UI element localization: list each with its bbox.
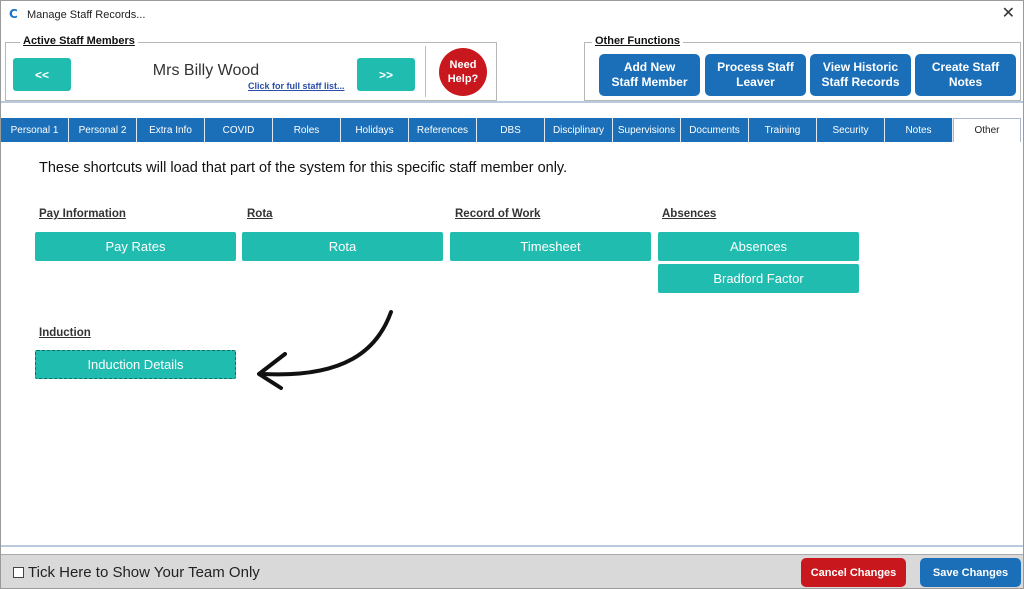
tab-training[interactable]: Training — [749, 118, 817, 142]
active-staff-group: Active Staff Members << Mrs Billy Wood C… — [5, 35, 497, 101]
save-changes-button[interactable]: Save Changes — [920, 558, 1021, 587]
absences-label: Absences — [662, 208, 717, 220]
divider — [425, 46, 426, 97]
tab-disciplinary[interactable]: Disciplinary — [545, 118, 613, 142]
team-only-toggle[interactable]: Tick Here to Show Your Team Only — [13, 564, 260, 581]
tab-dbs[interactable]: DBS — [477, 118, 545, 142]
induction-details-button[interactable]: Induction Details — [35, 350, 236, 379]
team-only-label: Tick Here to Show Your Team Only — [28, 564, 260, 581]
curved-arrow-icon — [257, 310, 393, 390]
tab-personal-1[interactable]: Personal 1 — [1, 118, 69, 142]
bradford-factor-button[interactable]: Bradford Factor — [658, 264, 859, 293]
rota-button[interactable]: Rota — [242, 232, 443, 261]
tab-security[interactable]: Security — [817, 118, 885, 142]
tab-extra-info[interactable]: Extra Info — [137, 118, 205, 142]
close-icon[interactable]: ✕ — [1002, 5, 1015, 21]
other-functions-group: Other Functions Add New Staff Member Pro… — [584, 35, 1021, 101]
title-bar: C Manage Staff Records... ✕ — [1, 1, 1023, 29]
tab-personal-2[interactable]: Personal 2 — [69, 118, 137, 142]
footer-bar: Tick Here to Show Your Team Only Cancel … — [1, 554, 1023, 588]
active-staff-label: Active Staff Members — [20, 35, 138, 47]
add-new-staff-member-button[interactable]: Add New Staff Member — [599, 54, 700, 96]
tab-roles[interactable]: Roles — [273, 118, 341, 142]
manage-staff-window: C Manage Staff Records... ✕ Active Staff… — [0, 0, 1024, 589]
tab-documents[interactable]: Documents — [681, 118, 749, 142]
view-historic-staff-records-button[interactable]: View Historic Staff Records — [810, 54, 911, 96]
team-only-checkbox[interactable] — [13, 567, 24, 578]
content-panel — [1, 142, 1023, 547]
intro-text: These shortcuts will load that part of t… — [39, 160, 568, 176]
induction-label: Induction — [39, 327, 91, 339]
header-divider — [1, 101, 1023, 103]
create-staff-notes-button[interactable]: Create Staff Notes — [915, 54, 1016, 96]
need-help-button[interactable]: Need Help? — [439, 48, 487, 96]
timesheet-button[interactable]: Timesheet — [450, 232, 651, 261]
absences-button[interactable]: Absences — [658, 232, 859, 261]
full-staff-list-link[interactable]: Click for full staff list... — [248, 81, 345, 91]
tab-supervisions[interactable]: Supervisions — [613, 118, 681, 142]
pay-rates-button[interactable]: Pay Rates — [35, 232, 236, 261]
record-of-work-label: Record of Work — [455, 208, 541, 220]
tab-other[interactable]: Other — [953, 118, 1021, 142]
tab-references[interactable]: References — [409, 118, 477, 142]
window-title: Manage Staff Records... — [27, 9, 146, 21]
cancel-changes-button[interactable]: Cancel Changes — [801, 558, 906, 587]
rota-label: Rota — [247, 208, 273, 220]
other-functions-label: Other Functions — [592, 35, 683, 47]
c-logo-icon: C — [9, 7, 18, 21]
tab-holidays[interactable]: Holidays — [341, 118, 409, 142]
pay-information-label: Pay Information — [39, 208, 126, 220]
tab-bar: Personal 1 Personal 2 Extra Info COVID R… — [1, 118, 1023, 142]
previous-staff-button[interactable]: << — [13, 58, 71, 91]
staff-name: Mrs Billy Wood — [152, 62, 260, 79]
process-staff-leaver-button[interactable]: Process Staff Leaver — [705, 54, 806, 96]
tab-notes[interactable]: Notes — [885, 118, 953, 142]
next-staff-button[interactable]: >> — [357, 58, 415, 91]
tab-covid[interactable]: COVID — [205, 118, 273, 142]
